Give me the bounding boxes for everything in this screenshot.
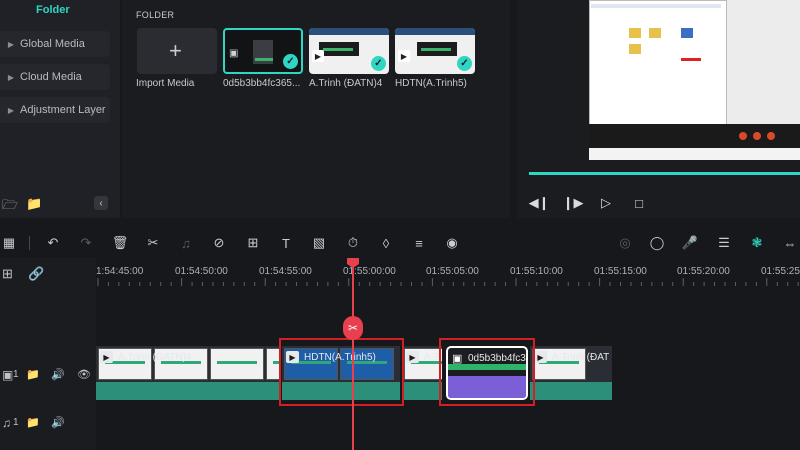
plus-icon: + [169, 38, 182, 63]
clip-title: A.Trinh (ĐATN)4 [118, 352, 192, 363]
timer-icon[interactable]: ⏱ [344, 234, 362, 252]
tick-label: 01:55:05:00 [426, 266, 479, 277]
video-icon: ▶ [312, 50, 324, 62]
timeline-clip-atr[interactable]: ▶ A.Tr [402, 346, 442, 400]
voiceover-icon[interactable]: ☰ [715, 234, 733, 252]
media-panel: FOLDER + Import Media ▣ ✓ 0d5b3bb4fc365.… [122, 0, 510, 218]
tick-label: 01:55:00:00 [343, 266, 396, 277]
sidebar-item-label: Cloud Media [20, 71, 82, 83]
crop-icon[interactable]: ⊞ [244, 234, 262, 252]
timeline-toolbar: ▦ ↶ ↷ 🗑 ✂ ♫ ⊘ ⊞ T ▧ ⏱ ◊ ≡ ◉ ◎ ◯ 🎤 ☰ ❃ ⇔ [0, 228, 800, 258]
media-clip-label: A.Trinh (ĐATN)4 [309, 78, 383, 89]
tick-label: 01:55:25:0 [761, 266, 800, 277]
video-track-icon: ▣ [2, 368, 14, 382]
tick-label: 01:55:15:00 [594, 266, 647, 277]
split-scissors-icon[interactable]: ✂ [144, 234, 162, 252]
image-edit-icon[interactable]: ▧ [310, 234, 328, 252]
highlight-box [439, 338, 535, 406]
tick-label: 01:55:20:00 [677, 266, 730, 277]
media-clip-label: 0d5b3bb4fc365... [223, 78, 301, 89]
audio-icon[interactable]: ♫ [177, 234, 195, 252]
highlight-box [279, 338, 404, 406]
audio-waveform [530, 382, 612, 400]
stop-icon[interactable]: □ [630, 194, 648, 212]
adjust-icon[interactable]: ≡ [410, 234, 428, 252]
undo-icon[interactable]: ↶ [44, 234, 62, 252]
audio-track-number: 1 [13, 417, 19, 428]
audio-waveform [402, 382, 442, 400]
speaker-icon[interactable]: 🔊 [51, 368, 65, 381]
chevron-right-icon: ▶ [7, 39, 15, 49]
redo-icon[interactable]: ↷ [77, 234, 95, 252]
sidebar-footer: 🗁 📁 ‹ [0, 192, 120, 218]
zoom-fit-icon[interactable]: ⇔ [781, 234, 799, 252]
speaker-icon[interactable]: 🔊 [51, 416, 65, 429]
folder-label: FOLDER [136, 10, 175, 20]
preview-screen [589, 0, 800, 160]
tick-label: 01:54:55:00 [259, 266, 312, 277]
snap-icon[interactable]: ❃ [748, 234, 766, 252]
divider [29, 236, 30, 250]
check-icon: ✓ [283, 54, 298, 69]
add-track-icon[interactable]: ⊞ [2, 266, 13, 282]
folder-icon[interactable]: 📁 [26, 196, 42, 212]
audio-waveform [96, 382, 280, 400]
chevron-right-icon: ▶ [7, 105, 15, 115]
collapse-sidebar-button[interactable]: ‹ [94, 196, 108, 210]
sidebar-folder-header[interactable]: Folder [36, 4, 70, 16]
layout-grid-icon[interactable]: ▦ [0, 234, 18, 252]
tag-icon[interactable]: ⊘ [210, 234, 228, 252]
video-track-number: 1 [13, 369, 19, 380]
media-clip-0d5b[interactable]: ▣ ✓ [223, 28, 303, 74]
play-step-icon[interactable]: ❙▶ [563, 194, 584, 212]
microphone-icon[interactable]: 🎤 [681, 234, 699, 252]
track-headers: ⊞ 🔗 ▣ 1 📁 🔊 👁 ♫ 1 📁 🔊 [0, 258, 96, 450]
tick-label: 1:54:45:00 [96, 266, 144, 277]
folder-icon[interactable]: 📁 [26, 368, 40, 381]
audio-track-icon: ♫ [2, 416, 11, 430]
split-scissors-icon[interactable]: ✂ [343, 316, 363, 340]
import-media-button[interactable]: + [137, 28, 217, 74]
image-icon: ▣ [229, 48, 239, 59]
media-clip-atrinh[interactable]: ▶ ✓ [309, 28, 389, 74]
check-icon: ✓ [371, 56, 386, 71]
delete-icon[interactable]: 🗑 [111, 234, 129, 252]
sidebar-item-adjustment-layer[interactable]: ▶ Adjustment Layer [0, 97, 110, 123]
sidebar-item-cloud-media[interactable]: ▶ Cloud Media [0, 64, 110, 90]
playhead-line[interactable] [352, 258, 354, 450]
video-icon: ▶ [398, 50, 410, 62]
folder-icon[interactable]: 📁 [26, 416, 40, 429]
media-clip-hdtn[interactable]: ▶ ✓ [395, 28, 475, 74]
import-media-label: Import Media [136, 78, 195, 89]
timeline-clip-atrinh-2[interactable]: ▶ A.Trinh (ĐAT [530, 346, 612, 400]
preview-progress-bar[interactable] [529, 172, 800, 175]
sidebar-item-label: Adjustment Layer [20, 104, 106, 116]
shield-icon[interactable]: ◯ [648, 234, 666, 252]
video-icon: ▶ [100, 351, 113, 363]
audio-wave-icon[interactable]: ◉ [443, 234, 461, 252]
new-folder-icon[interactable]: 🗁 [2, 196, 18, 218]
ruler-ticks [97, 278, 799, 286]
play-icon[interactable]: ▷ [597, 194, 615, 212]
timeline-clip-atrinh-1[interactable]: ▶ A.Trinh (ĐATN)4 [96, 346, 280, 400]
media-clip-label: HDTN(A.Trinh5) [395, 78, 467, 89]
sidebar-item-global-media[interactable]: ▶ Global Media [0, 31, 110, 57]
clip-title: A.Trinh (ĐAT [552, 352, 610, 363]
eye-icon[interactable]: 👁 [77, 368, 91, 381]
sidebar-item-label: Global Media [20, 38, 85, 50]
render-icon[interactable]: ◎ [616, 234, 634, 252]
video-icon: ▶ [406, 351, 419, 363]
chevron-right-icon: ▶ [7, 72, 15, 82]
link-icon[interactable]: 🔗 [28, 266, 44, 282]
video-icon: ▶ [534, 351, 547, 363]
text-icon[interactable]: T [277, 234, 295, 252]
color-icon[interactable]: ◊ [377, 234, 395, 252]
previous-frame-icon[interactable]: ◀❙ [529, 194, 550, 212]
preview-panel: ◀❙ ❙▶ ▷ □ [517, 0, 800, 218]
tick-label: 01:54:50:00 [175, 266, 228, 277]
check-icon: ✓ [457, 56, 472, 71]
tick-label: 01:55:10:00 [510, 266, 563, 277]
media-sidebar: Folder ▶ Global Media ▶ Cloud Media ▶ Ad… [0, 0, 120, 218]
timeline-ruler[interactable]: 1:54:45:00 01:54:50:00 01:54:55:00 01:55… [96, 258, 800, 286]
